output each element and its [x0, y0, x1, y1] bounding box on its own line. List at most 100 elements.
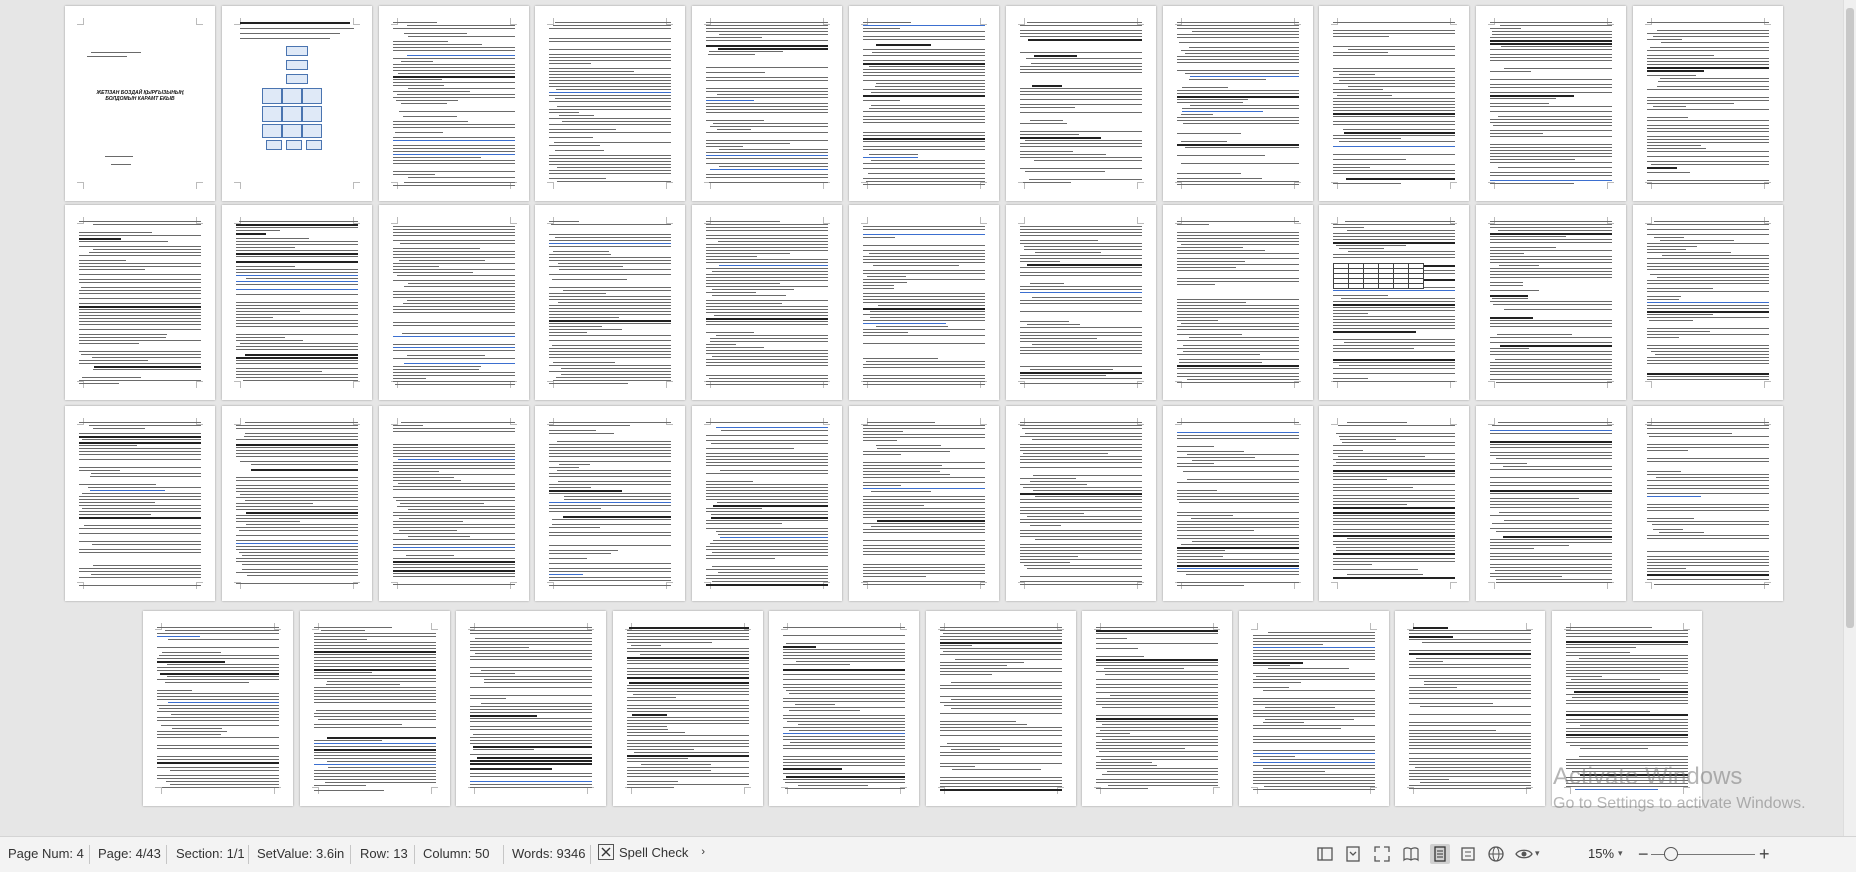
page-thumbnail[interactable]: ЖЕТІЗАН БОЗДАЙ ҚЫРҒЫЗЫНЫҢ БОЛДОМЫН КАРАМТ… [65, 6, 215, 201]
zoom-in-button[interactable]: + [1759, 844, 1770, 865]
column-indicator[interactable]: Column: 50 [423, 846, 489, 861]
navigation-pane-icon[interactable] [1315, 844, 1335, 864]
page-thumbnail[interactable] [849, 6, 999, 201]
page-thumbnail[interactable] [1476, 406, 1626, 601]
text-line [236, 480, 358, 482]
page-thumbnail[interactable] [1395, 611, 1545, 806]
page-thumbnail[interactable] [849, 205, 999, 400]
text-line [863, 462, 985, 464]
text-line [940, 735, 1062, 737]
text-line [93, 565, 201, 567]
text-line [556, 377, 671, 379]
page-thumbnail[interactable] [613, 611, 763, 806]
text-line [393, 64, 515, 66]
page-thumbnail[interactable] [379, 6, 529, 201]
eye-protection-dropdown-icon[interactable]: ▾ [1535, 848, 1540, 859]
vertical-scrollbar[interactable] [1843, 0, 1856, 836]
text-line [551, 224, 671, 226]
page-thumbnail[interactable] [65, 205, 215, 400]
text-line [398, 73, 515, 75]
text-line [940, 786, 1062, 788]
text-line [314, 678, 436, 680]
page-thumbnail[interactable] [1633, 6, 1783, 201]
page-thumbnail[interactable] [65, 406, 215, 601]
zoom-level[interactable]: 15% [1588, 846, 1614, 861]
page-thumbnail[interactable] [535, 205, 685, 400]
read-mode-icon[interactable] [1401, 844, 1421, 864]
page-thumbnail[interactable] [1006, 406, 1156, 601]
page-thumbnail[interactable] [1006, 205, 1156, 400]
zoom-out-button[interactable]: − [1638, 844, 1649, 865]
page-thumbnail[interactable] [1319, 205, 1469, 400]
spell-check-button[interactable]: Spell Check › [598, 844, 705, 860]
page-thumbnail[interactable] [1163, 205, 1313, 400]
text-line [863, 502, 985, 504]
text-line [393, 124, 515, 126]
text-line [1192, 460, 1299, 462]
text-line [706, 72, 765, 74]
page-thumbnail[interactable] [300, 611, 450, 806]
scrollbar-thumb[interactable] [1846, 8, 1854, 628]
page-thumbnail[interactable] [1319, 6, 1469, 201]
set-value-indicator[interactable]: SetValue: 3.6in [257, 846, 344, 861]
text-line [1424, 684, 1531, 686]
globe-icon[interactable] [1486, 844, 1506, 864]
text-line [871, 491, 931, 493]
page-thumbnail[interactable] [143, 611, 293, 806]
page-thumbnail[interactable] [1319, 406, 1469, 601]
text-line [706, 112, 828, 114]
page-thumbnail[interactable] [222, 406, 372, 601]
full-screen-icon[interactable] [1372, 844, 1392, 864]
page-thumbnail[interactable] [535, 6, 685, 201]
page-thumbnail[interactable] [692, 6, 842, 201]
text-line [1566, 694, 1688, 696]
text-line [236, 227, 358, 229]
page-thumbnail[interactable] [222, 6, 372, 201]
zoom-dropdown-icon[interactable]: ▾ [1618, 848, 1623, 859]
text-line [1020, 321, 1069, 323]
text-line [878, 305, 985, 307]
page-thumbnail[interactable] [849, 406, 999, 601]
text-line [789, 693, 905, 695]
section-indicator[interactable]: Section: 1/1 [176, 846, 245, 861]
outline-icon[interactable] [1343, 844, 1363, 864]
page-thumbnail[interactable] [1633, 205, 1783, 400]
page-num-indicator[interactable]: Page Num: 4 [8, 846, 84, 861]
text-line [1181, 323, 1299, 325]
text-line [877, 520, 985, 522]
page-thumbnail[interactable] [456, 611, 606, 806]
page-thumbnail[interactable] [1082, 611, 1232, 806]
row-indicator[interactable]: Row: 13 [360, 846, 408, 861]
page-thumbnail[interactable] [379, 406, 529, 601]
page-view-icon[interactable] [1430, 844, 1450, 864]
page-thumbnail[interactable] [379, 205, 529, 400]
web-layout-icon[interactable] [1458, 844, 1478, 864]
text-line [404, 286, 515, 288]
page-thumbnail[interactable] [1006, 6, 1156, 201]
document-canvas[interactable]: ЖЕТІЗАН БОЗДАЙ ҚЫРҒЫЗЫНЫҢ БОЛДОМЫН КАРАМТ… [0, 0, 1844, 836]
text-line [236, 349, 358, 351]
page-thumbnail[interactable] [769, 611, 919, 806]
page-thumbnail[interactable] [535, 406, 685, 601]
text-line [470, 650, 592, 652]
page-thumbnail[interactable] [1476, 6, 1626, 201]
page-thumbnail[interactable] [926, 611, 1076, 806]
page-thumbnail[interactable] [692, 406, 842, 601]
text-line [236, 453, 358, 455]
text-line [706, 362, 828, 364]
page-thumbnail[interactable] [1633, 406, 1783, 601]
text-line [1566, 703, 1688, 705]
page-indicator[interactable]: Page: 4/43 [98, 846, 161, 861]
page-thumbnail[interactable] [1163, 406, 1313, 601]
text-line [717, 129, 751, 131]
page-thumbnail[interactable] [1476, 205, 1626, 400]
page-thumbnail[interactable] [1239, 611, 1389, 806]
page-thumbnail[interactable] [222, 205, 372, 400]
page-thumbnail[interactable] [1163, 6, 1313, 201]
text-line [1177, 373, 1299, 375]
eye-protection-icon[interactable] [1514, 844, 1534, 864]
text-line [1020, 327, 1142, 329]
zoom-slider-thumb[interactable] [1664, 847, 1678, 861]
page-thumbnail[interactable] [692, 205, 842, 400]
word-count[interactable]: Words: 9346 [512, 846, 585, 861]
